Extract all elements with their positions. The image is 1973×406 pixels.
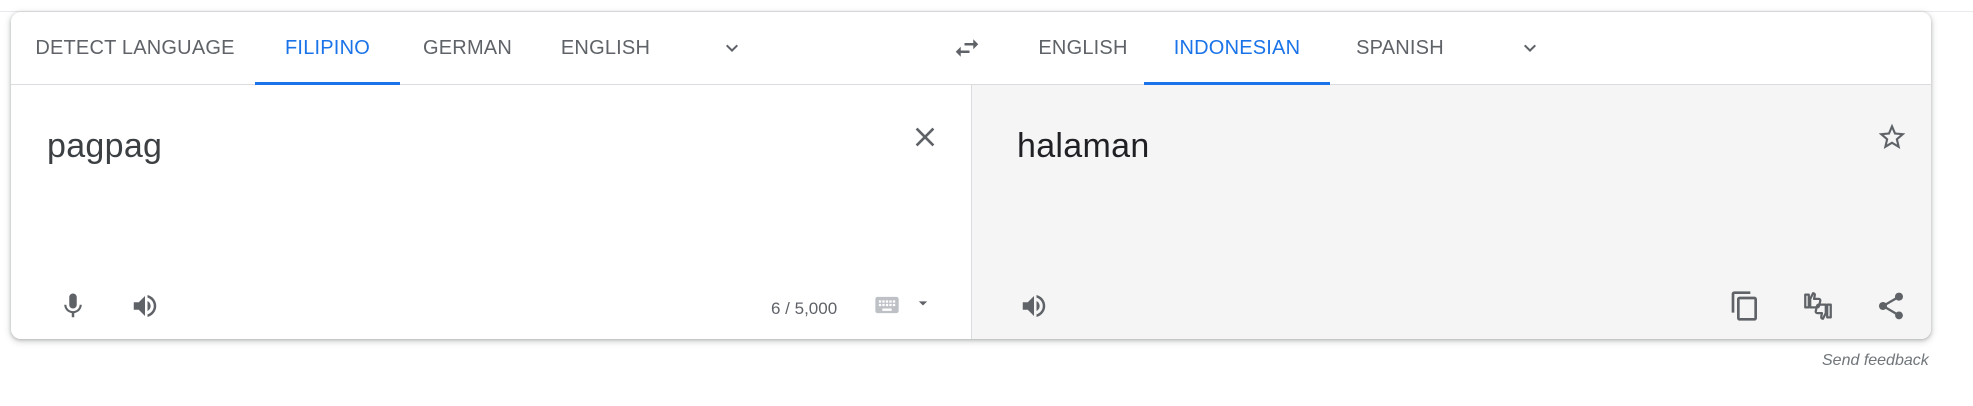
tab-source-english[interactable]: ENGLISH — [548, 12, 663, 84]
translation-output: halaman — [1017, 127, 1150, 165]
source-pane: pagpag 6 / 5,000 — [11, 85, 971, 339]
tab-target-english[interactable]: ENGLISH — [1028, 12, 1138, 84]
chevron-down-icon — [1524, 44, 1536, 52]
copy-translation-button[interactable] — [1723, 284, 1767, 328]
rate-translation-button[interactable] — [1796, 284, 1840, 328]
save-translation-button[interactable] — [1872, 117, 1912, 157]
listen-source-button[interactable] — [123, 284, 167, 328]
top-divider — [0, 0, 1973, 12]
tab-detect-language[interactable]: DETECT LANGUAGE — [28, 12, 242, 84]
keyboard-icon — [875, 296, 899, 314]
voice-input-button[interactable] — [51, 284, 95, 328]
copy-icon — [1731, 291, 1757, 321]
source-more-languages-button[interactable] — [716, 32, 748, 64]
language-tabs-bar: DETECT LANGUAGE FILIPINO GERMAN ENGLISH … — [11, 12, 1931, 85]
character-count: 6 / 5,000 — [771, 299, 838, 318]
input-tools-dropdown[interactable] — [911, 291, 935, 315]
input-tools-button[interactable] — [871, 289, 903, 321]
target-more-languages-button[interactable] — [1514, 32, 1546, 64]
share-icon — [1879, 292, 1903, 320]
translation-pane: halaman — [971, 85, 1931, 339]
clear-source-button[interactable] — [905, 117, 945, 157]
tab-target-indonesian[interactable]: INDONESIAN — [1144, 12, 1330, 85]
dropdown-arrow-icon — [918, 301, 928, 306]
send-feedback-link[interactable]: Send feedback — [1822, 352, 1929, 370]
translator-card: DETECT LANGUAGE FILIPINO GERMAN ENGLISH … — [11, 12, 1931, 339]
speaker-icon — [133, 295, 157, 317]
swap-languages-button[interactable] — [949, 30, 985, 66]
close-icon — [915, 127, 935, 147]
source-text-input[interactable]: pagpag — [47, 127, 162, 166]
microphone-icon — [64, 293, 82, 318]
tab-target-spanish[interactable]: SPANISH — [1345, 12, 1455, 84]
swap-horizontal-icon — [955, 39, 979, 57]
listen-translation-button[interactable] — [1012, 284, 1056, 328]
star-icon — [1878, 123, 1906, 149]
speaker-icon — [1022, 295, 1046, 317]
chevron-down-icon — [726, 44, 738, 52]
tab-source-filipino[interactable]: FILIPINO — [255, 12, 400, 85]
share-translation-button[interactable] — [1869, 284, 1913, 328]
tab-source-german[interactable]: GERMAN — [415, 12, 520, 84]
rate-translation-icon — [1804, 292, 1832, 320]
